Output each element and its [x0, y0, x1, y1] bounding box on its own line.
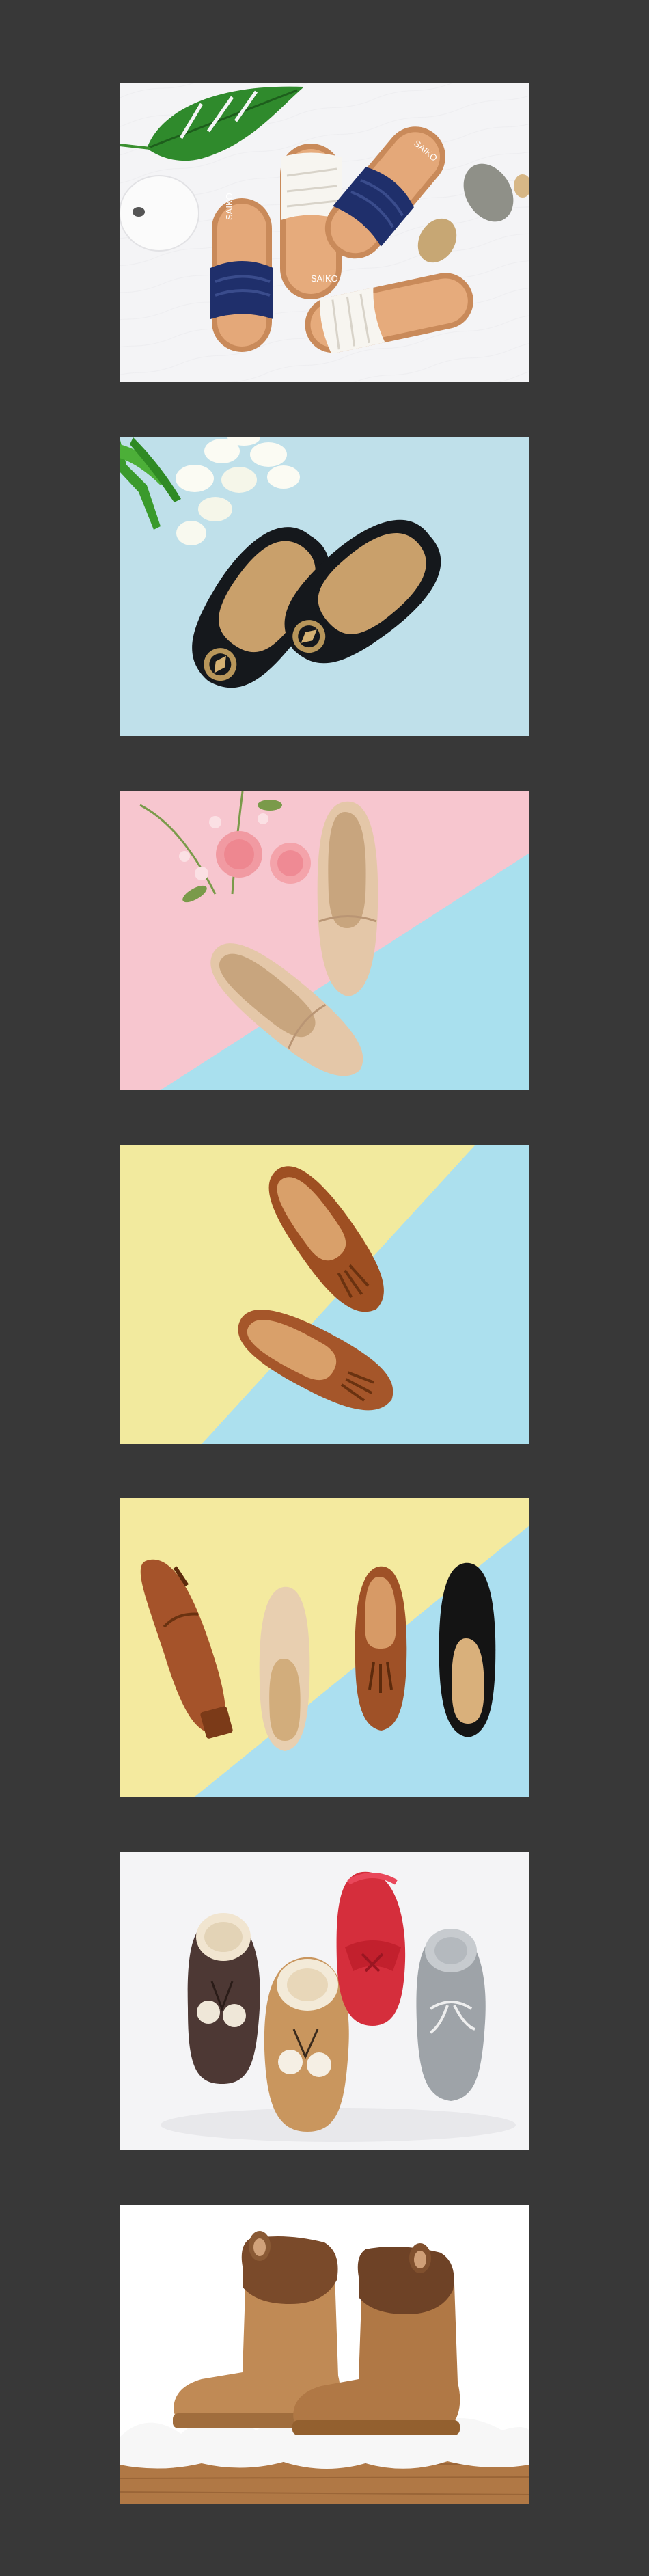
product-photo-four-loafers[interactable] — [120, 1498, 529, 1797]
product-photo-beige-loafers[interactable] — [120, 791, 529, 1090]
grey-fur-shoe — [416, 1929, 486, 2101]
tan-fur-shoe — [264, 1957, 349, 2132]
beige-loafer — [259, 1586, 310, 1751]
black-flats-illustration — [120, 437, 529, 736]
four-loafers-illustration — [120, 1498, 529, 1797]
product-photo-slides[interactable]: SAIKO SAIKO SAIKO — [120, 83, 529, 382]
dark-brown-fur-shoe — [187, 1913, 260, 2084]
brown-tassel-loafers-illustration — [120, 1145, 529, 1444]
product-photo-black-flats[interactable] — [120, 437, 529, 736]
product-photo-gallery: SAIKO SAIKO SAIKO — [0, 0, 649, 2576]
slide-navy-1: SAIKO — [210, 193, 273, 352]
slides-illustration: SAIKO SAIKO SAIKO — [120, 83, 529, 382]
beige-loafers-illustration — [120, 791, 529, 1090]
beige-loafer-upright — [317, 801, 378, 996]
slide-logo: SAIKO — [224, 193, 234, 220]
product-photo-fur-winter-shoes[interactable] — [120, 1852, 529, 2150]
black-loafer — [439, 1562, 496, 1737]
white-vase — [120, 175, 199, 252]
product-photo-brown-tassel-loafers[interactable] — [120, 1145, 529, 1444]
fur-winter-shoes-illustration — [120, 1852, 529, 2150]
slide-logo: SAIKO — [311, 273, 338, 284]
fur-boots-illustration — [120, 2205, 529, 2504]
product-photo-fur-boots[interactable] — [120, 2205, 529, 2504]
brown-tassel-loafer — [355, 1566, 407, 1731]
